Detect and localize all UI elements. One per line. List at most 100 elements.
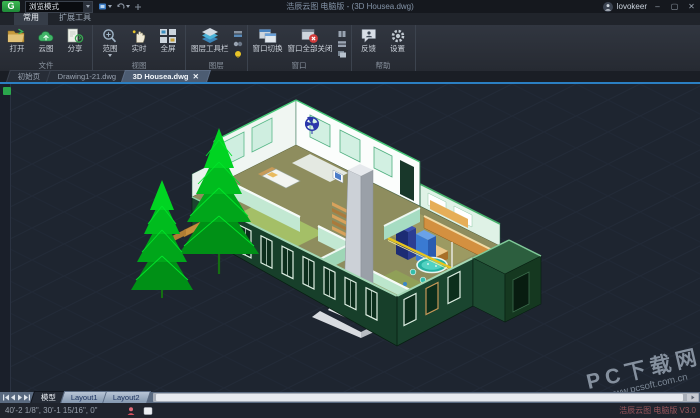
plus-icon	[134, 3, 142, 11]
pan-hand-icon	[129, 27, 149, 44]
open-button[interactable]: 打开	[3, 27, 31, 53]
ribbon-group-view: 范围 实时 全屏 视图	[93, 25, 186, 71]
fullscreen-icon	[159, 27, 177, 44]
layer-toolbar-button[interactable]: 图层工具栏	[189, 27, 231, 53]
user-name: lovokeer	[617, 2, 647, 11]
view-mode-caret-button[interactable]	[83, 2, 92, 12]
share-icon	[65, 27, 85, 44]
layer-toolbar-label: 图层工具栏	[191, 44, 229, 53]
ribbon-group-window: 窗口切换 窗口全部关闭 窗口	[248, 25, 352, 71]
quick-tool-button[interactable]	[115, 2, 131, 11]
user-avatar[interactable]	[603, 2, 613, 12]
cloud-drawing-button[interactable]: 云图	[32, 27, 60, 53]
coordinates-readout: 40'-2 1/8", 30'-1 15/16", 0"	[5, 406, 98, 415]
undo-icon	[116, 2, 125, 11]
ribbon-group-layer: 图层工具栏 图层	[186, 25, 248, 71]
layout-tab-label: 模型	[41, 393, 56, 403]
open-button-label: 打开	[10, 44, 25, 53]
settings-label: 设置	[390, 44, 405, 53]
workspace-icon	[98, 2, 107, 11]
app-brand-text: 浩辰云图 电脑版 V3.0	[619, 405, 696, 416]
feedback-button[interactable]: 反馈	[355, 27, 383, 53]
window-switch-icon	[258, 27, 278, 44]
layer-isolate-icon[interactable]	[233, 40, 243, 48]
layer-mini-buttons	[232, 27, 244, 58]
group-label-help: 帮助	[355, 60, 412, 71]
status-bar: 40'-2 1/8", 30'-1 15/16", 0" 浩辰云图 电脑版 V3…	[0, 403, 700, 418]
close-all-windows-label: 窗口全部关闭	[288, 44, 333, 53]
mini-ucs-icon[interactable]	[3, 87, 11, 95]
open-folder-icon	[7, 27, 27, 44]
share-button-label: 分享	[68, 44, 83, 53]
tab-extended-tools[interactable]: 扩展工具	[50, 11, 100, 25]
view-mode-value: 浏览模式	[26, 1, 83, 12]
layout-tab-bar: 模型 Layout1 Layout2	[0, 392, 700, 403]
cloud-icon	[36, 27, 56, 44]
customize-toolbar-button[interactable]	[133, 3, 143, 11]
window-title: 浩辰云图 电脑版 - (3D Housea.dwg)	[150, 1, 550, 12]
maximize-button[interactable]: ▢	[668, 0, 681, 13]
feedback-label: 反馈	[361, 44, 376, 53]
realtime-pan-button[interactable]: 实时	[125, 27, 153, 53]
title-bar: G 浏览模式 浩辰云图 电脑版 - (3D Housea.dwg) lovoke…	[0, 0, 700, 13]
chevron-down-icon	[108, 5, 112, 8]
ribbon-tab-bar: 常用 扩展工具	[0, 13, 700, 25]
window-switch-button[interactable]: 窗口切换	[251, 27, 285, 53]
close-button[interactable]: ✕	[685, 0, 698, 13]
share-button[interactable]: 分享	[61, 27, 89, 53]
view-mode-select[interactable]: 浏览模式	[25, 1, 93, 13]
cad-viewer-window: G 浏览模式 浩辰云图 电脑版 - (3D Housea.dwg) lovoke…	[0, 0, 700, 418]
house-drawing: PC下载网 www.pcsoft.com.cn	[0, 84, 700, 392]
tab-close-icon[interactable]: ✕	[193, 72, 199, 82]
clean-screen-icon[interactable]	[143, 406, 153, 416]
layer-bulb-icon[interactable]	[233, 50, 243, 58]
drawing-canvas[interactable]: PC下载网 www.pcsoft.com.cn	[0, 84, 700, 392]
feedback-icon	[359, 27, 379, 44]
window-switch-label: 窗口切换	[253, 44, 283, 53]
layer-settings-icon[interactable]	[233, 30, 243, 38]
message-person-icon[interactable]	[126, 406, 136, 416]
app-logo[interactable]: G	[2, 1, 20, 12]
cascade-windows-icon[interactable]	[337, 50, 347, 58]
scrollbar-right-arrow[interactable]	[687, 394, 698, 401]
chevron-down-icon	[86, 5, 90, 8]
tab-home[interactable]: 常用	[14, 11, 48, 25]
fullscreen-label: 全屏	[161, 44, 176, 53]
layers-icon	[200, 27, 220, 44]
quick-access-toolbar	[97, 2, 143, 11]
cloud-button-label: 云图	[39, 44, 54, 53]
status-icons	[126, 406, 153, 416]
zoom-extents-button[interactable]: 范围	[96, 27, 124, 57]
layout-nav-arrows[interactable]	[2, 393, 32, 402]
zoom-extents-icon	[100, 27, 120, 44]
group-label-window: 窗口	[251, 60, 348, 71]
minimize-button[interactable]: –	[651, 0, 664, 13]
doc-tab-label: Drawing1-21.dwg	[57, 72, 115, 82]
chevron-down-icon	[108, 54, 112, 57]
close-all-windows-icon	[300, 27, 320, 44]
ribbon-group-file: 打开 云图 分享 文件	[0, 25, 93, 71]
doc-tab-label: 3D Housea.dwg	[133, 72, 189, 82]
title-bar-right: lovokeer – ▢ ✕	[603, 0, 700, 13]
tile-vertical-icon[interactable]	[337, 30, 347, 38]
layout-tab-label: Layout2	[113, 393, 140, 403]
layout-tab-label: Layout1	[71, 393, 98, 403]
doc-tab-3d-housea[interactable]: 3D Housea.dwg ✕	[121, 70, 211, 82]
zoom-extents-label: 范围	[103, 44, 118, 53]
scrollbar-thumb[interactable]	[156, 394, 683, 401]
doc-tab-label: 初始页	[18, 72, 41, 82]
fullscreen-button[interactable]: 全屏	[154, 27, 182, 53]
tile-horizontal-icon[interactable]	[337, 40, 347, 48]
realtime-pan-label: 实时	[132, 44, 147, 53]
gear-icon	[388, 27, 408, 44]
person-icon	[604, 3, 612, 11]
settings-button[interactable]: 设置	[384, 27, 412, 53]
ribbon: 打开 云图 分享 文件	[0, 25, 700, 72]
close-all-windows-button[interactable]: 窗口全部关闭	[286, 27, 335, 53]
workspace-button[interactable]	[97, 2, 113, 11]
chevron-down-icon	[126, 5, 130, 8]
chevron-right-icon	[691, 396, 694, 400]
horizontal-scrollbar[interactable]	[153, 393, 699, 402]
document-tab-bar: 初始页 Drawing1-21.dwg 3D Housea.dwg ✕	[0, 71, 700, 84]
doc-tab-drawing1[interactable]: Drawing1-21.dwg	[46, 70, 128, 82]
